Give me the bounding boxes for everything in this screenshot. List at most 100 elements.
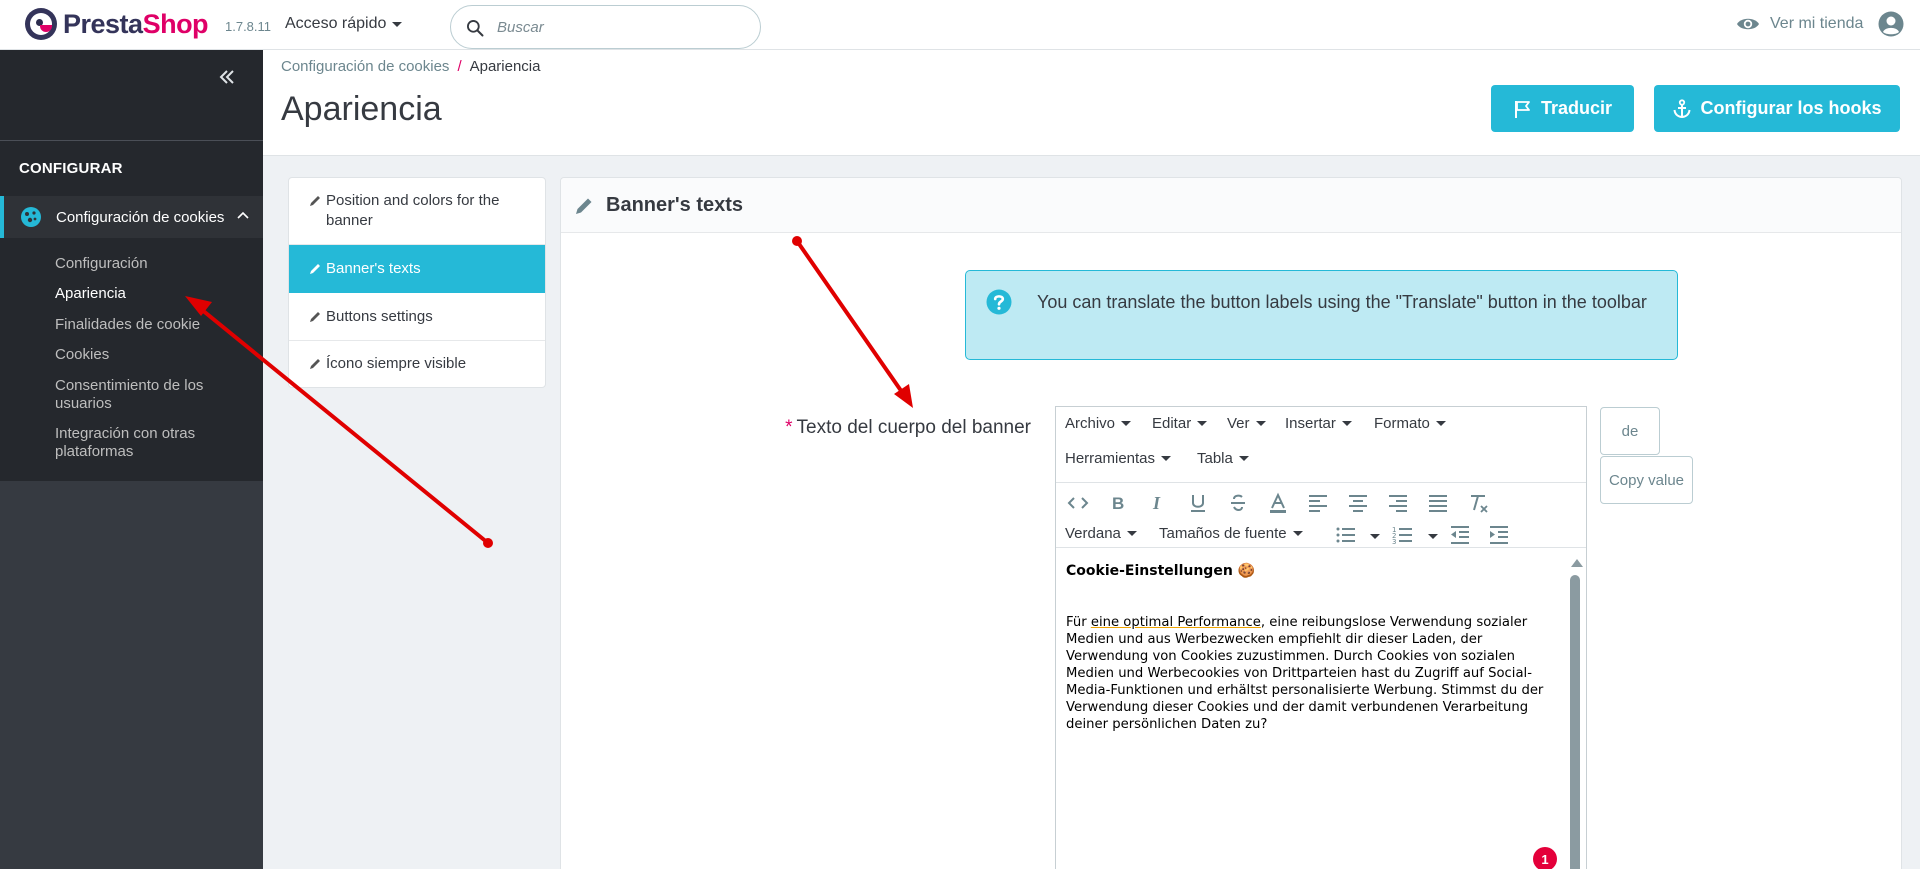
panel-title: Banner's texts [606, 194, 744, 216]
breadcrumb: Configuración de cookies / Apariencia [281, 58, 541, 75]
sidebar-subitem-configuracion[interactable]: Configuración [55, 255, 255, 273]
puffin-logo-icon [25, 8, 57, 40]
pencil-icon [310, 359, 320, 369]
sidebar-divider [0, 140, 263, 141]
view-store-link[interactable]: Ver mi tienda [1736, 12, 1863, 36]
numbered-list-icon[interactable]: 123 [1389, 521, 1417, 549]
menu-herramientas[interactable]: Herramientas [1065, 450, 1172, 467]
anchor-icon [1673, 98, 1691, 118]
info-alert-text: You can translate the button labels usin… [1037, 292, 1647, 312]
tab-position-colors[interactable]: Position and colors for the banner [289, 178, 545, 245]
eye-icon [1737, 18, 1759, 30]
content-paragraph: Für eine optimal Performance, eine reibu… [1066, 615, 1544, 732]
view-store-label: Ver mi tienda [1770, 15, 1864, 32]
sidebar-subitem-consentimiento[interactable]: Consentimiento de los usuarios [55, 377, 255, 413]
italic-icon[interactable]: I [1144, 489, 1172, 517]
caret-down-icon [392, 21, 403, 27]
editor-content[interactable]: Cookie-Einstellungen 🍪 Für eine optimal … [1066, 563, 1566, 733]
pencil-icon [310, 263, 320, 274]
panel-header: Banner's texts [561, 178, 1901, 233]
sidebar-item-label: Configuración de cookies [56, 208, 225, 226]
info-alert: You can translate the button labels usin… [965, 270, 1678, 360]
translate-button[interactable]: Traducir [1491, 85, 1634, 132]
tab-label: Ícono siempre visible [326, 355, 467, 372]
translate-label: Traducir [1540, 98, 1613, 118]
editor-menubar: Archivo Editar Ver Insertar Formato Herr… [1056, 407, 1586, 483]
bold-icon[interactable]: B [1104, 489, 1132, 517]
pencil-icon [310, 196, 320, 206]
chevron-up-icon [237, 211, 249, 219]
align-justify-icon[interactable] [1424, 489, 1452, 517]
sidebar-subitem-apariencia[interactable]: Apariencia [55, 285, 255, 303]
menu-editar[interactable]: Editar [1152, 415, 1208, 432]
rich-text-editor[interactable]: Archivo Editar Ver Insertar Formato Herr… [1055, 406, 1587, 869]
module-icon [21, 207, 41, 227]
configure-hooks-button[interactable]: Configurar los hooks [1654, 85, 1900, 132]
sidebar-subitem-finalidades[interactable]: Finalidades de cookie [55, 316, 255, 334]
tab-icon-visible[interactable]: Ícono siempre visible [289, 341, 545, 387]
sidebar-menu: CONFIGURAR Configuración de cookies Conf… [0, 50, 263, 481]
version-label: 1.7.8.11 [225, 19, 272, 34]
pencil-icon [576, 198, 592, 214]
sidebar-item-cookie-config[interactable]: Configuración de cookies [0, 196, 263, 238]
menu-archivo[interactable]: Archivo [1065, 415, 1132, 432]
tab-banner-texts[interactable]: Banner's texts [289, 245, 545, 293]
clear-formatting-icon[interactable] [1464, 489, 1492, 517]
question-circle-icon [986, 289, 1012, 315]
menu-formato[interactable]: Formato [1374, 415, 1446, 432]
caret-down-icon[interactable] [1370, 534, 1380, 539]
editor-scrollbar[interactable] [1566, 557, 1584, 869]
tab-buttons-settings[interactable]: Buttons settings [289, 293, 545, 341]
collapse-sidebar-icon[interactable] [216, 66, 238, 88]
account-icon[interactable] [1878, 11, 1904, 37]
underline-icon[interactable] [1184, 489, 1212, 517]
breadcrumb-parent[interactable]: Configuración de cookies [281, 58, 449, 75]
quick-access-dropdown[interactable]: Acceso rápido [285, 15, 403, 33]
notification-badge[interactable]: 1 [1533, 847, 1557, 869]
align-center-icon[interactable] [1344, 489, 1372, 517]
svg-text:B: B [1112, 494, 1124, 513]
bullet-list-icon[interactable] [1332, 521, 1360, 549]
quick-access-label: Acceso rápido [285, 15, 387, 32]
scroll-thumb[interactable] [1570, 575, 1580, 869]
search-box[interactable] [450, 5, 761, 49]
pencil-icon [310, 311, 320, 322]
logo-text: PrestaShop [63, 8, 209, 39]
content-heading: Cookie-Einstellungen 🍪 [1066, 563, 1256, 579]
prestashop-logo[interactable]: PrestaShop [25, 8, 209, 40]
align-right-icon[interactable] [1384, 489, 1412, 517]
language-select-button[interactable]: de [1600, 407, 1660, 455]
spellcheck-highlight: eine optimal Performance [1090, 615, 1261, 630]
font-family-select[interactable]: Verdana [1065, 525, 1137, 542]
tab-label: Buttons settings [326, 307, 433, 325]
page-header: Configuración de cookies / Apariencia Apar… [263, 50, 1920, 156]
scroll-up-icon[interactable] [1571, 559, 1583, 567]
tab-label: Banner's texts [326, 259, 421, 277]
sidebar-subitem-cookies[interactable]: Cookies [55, 346, 255, 364]
caret-down-icon[interactable] [1428, 534, 1438, 539]
indent-icon[interactable] [1485, 521, 1513, 549]
align-left-icon[interactable] [1304, 489, 1332, 517]
source-code-icon[interactable] [1064, 489, 1092, 517]
copy-value-button[interactable]: Copy value [1600, 456, 1693, 504]
page-title: Apariencia [281, 90, 442, 128]
settings-tab-list: Position and colors for the banner Banne… [288, 177, 546, 388]
toolbar-divider [1056, 547, 1586, 548]
text-color-icon[interactable] [1264, 489, 1292, 517]
menu-ver[interactable]: Ver [1227, 415, 1266, 432]
search-input[interactable] [497, 14, 747, 40]
menu-tabla[interactable]: Tabla [1197, 450, 1249, 467]
svg-text:I: I [1152, 493, 1161, 513]
strikethrough-icon[interactable] [1224, 489, 1252, 517]
top-header: PrestaShop 1.7.8.11 Acceso rápido Ver mi… [0, 0, 1920, 50]
banner-texts-panel: Banner's texts You can translate the but… [560, 177, 1902, 869]
breadcrumb-separator: / [457, 58, 462, 75]
banner-body-label: * Texto del cuerpo del banner [771, 417, 1031, 439]
sidebar: CONFIGURAR Configuración de cookies Conf… [0, 50, 263, 869]
font-size-select[interactable]: Tamaños de fuente [1159, 525, 1303, 542]
menu-insertar[interactable]: Insertar [1285, 415, 1352, 432]
sidebar-subitem-integracion[interactable]: Integración con otras plataformas [55, 425, 255, 461]
search-icon [467, 20, 484, 37]
outdent-icon[interactable] [1446, 521, 1474, 549]
breadcrumb-current: Apariencia [469, 58, 541, 75]
